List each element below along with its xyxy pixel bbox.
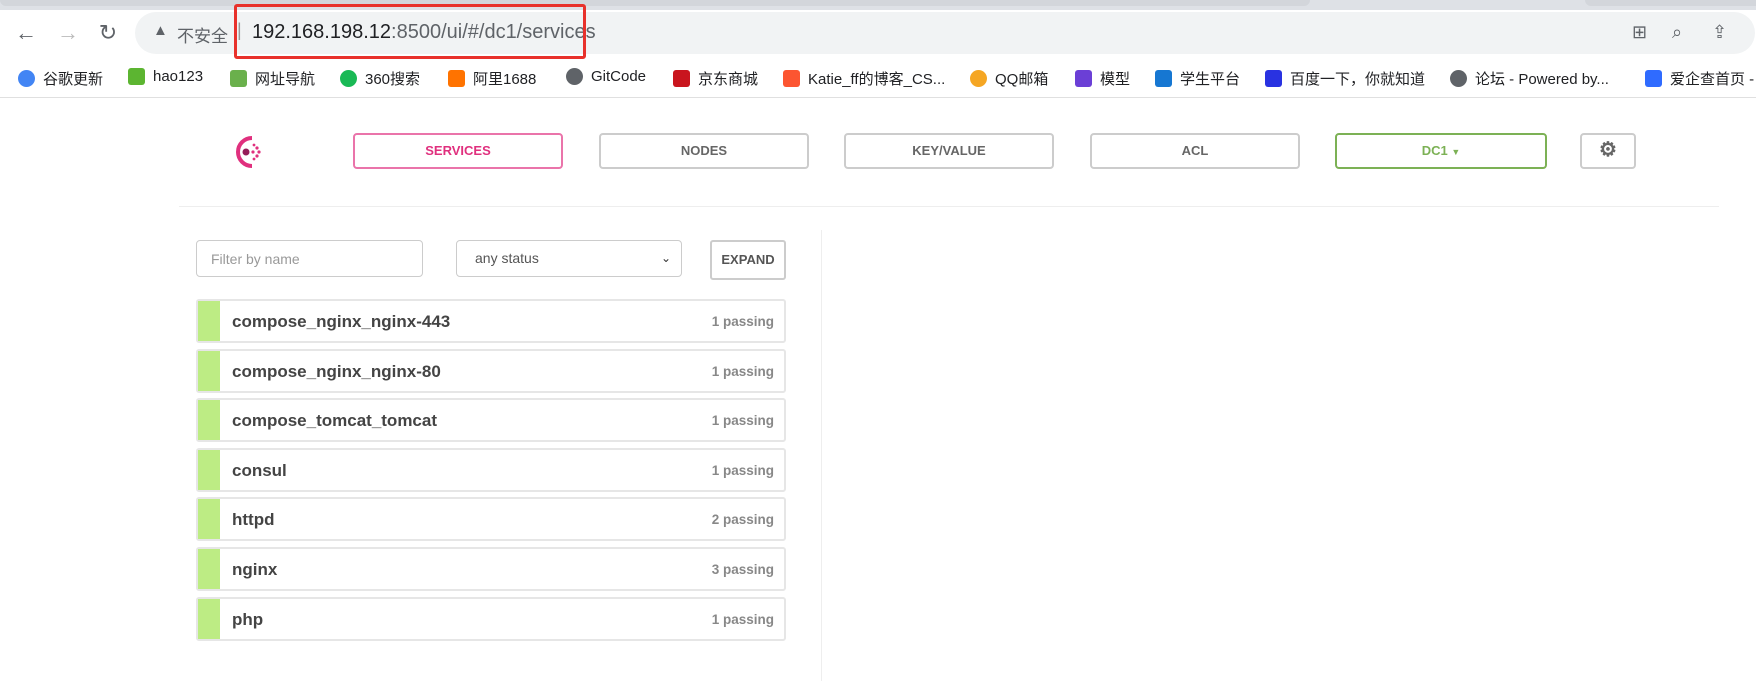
status-select-value: any status: [475, 250, 539, 266]
expand-button[interactable]: EXPAND: [710, 240, 786, 280]
health-status-bar: [198, 400, 220, 441]
bookmark-item[interactable]: 爱企查首页 -: [1645, 68, 1754, 89]
divider: [0, 97, 1756, 98]
service-row[interactable]: nginx 3 passing: [196, 547, 786, 591]
bookmark-item[interactable]: 谷歌更新: [18, 68, 103, 89]
service-check-status: 1 passing: [711, 413, 774, 429]
2345-icon: [230, 70, 247, 87]
back-icon[interactable]: ←: [14, 20, 38, 46]
bookmark-item[interactable]: QQ邮箱: [970, 68, 1048, 89]
service-name: httpd: [232, 510, 275, 530]
bookmark-item[interactable]: 模型: [1075, 68, 1130, 89]
1688-icon: [448, 70, 465, 87]
bookmark-label: 百度一下，你就知道: [1290, 71, 1426, 88]
jd-icon: [673, 70, 690, 87]
service-name: consul: [232, 460, 287, 480]
divider: [179, 206, 1719, 207]
datacenter-label: DC1: [1421, 143, 1448, 158]
globe-icon: [566, 68, 583, 85]
bookmark-label: 京东商城: [698, 71, 759, 88]
health-status-bar: [198, 598, 220, 639]
baidu-icon: [1265, 70, 1282, 87]
highlight-box: [234, 4, 586, 59]
insecure-label: 不安全: [177, 27, 228, 46]
aiqicha-icon: [1645, 70, 1662, 87]
bookmarks-bar: 谷歌更新 hao123 网址导航 360搜索 阿里1688 GitCode 京东商城 Kati…: [0, 62, 1756, 96]
bookmark-item[interactable]: 阿里1688: [448, 68, 536, 89]
chrome-icon: [18, 70, 35, 87]
bookmark-label: 网址导航: [255, 71, 316, 88]
csdn-icon: [783, 70, 800, 87]
globe-icon: [1450, 70, 1467, 87]
caret-down-icon: ▼: [1451, 147, 1461, 157]
bookmark-label: 谷歌更新: [43, 71, 104, 88]
datacenter-dropdown[interactable]: DC1 ▼: [1335, 133, 1547, 169]
bookmark-label: Katie_ff的博客_CS...: [808, 71, 946, 88]
service-name: php: [232, 609, 264, 629]
warning-icon[interactable]: ▲: [153, 22, 168, 39]
service-check-status: 1 passing: [711, 462, 774, 478]
service-check-status: 1 passing: [711, 611, 774, 627]
nav-acl-button[interactable]: ACL: [1090, 133, 1300, 169]
service-row[interactable]: compose_nginx_nginx-80 1 passing: [196, 348, 786, 393]
bookmark-item[interactable]: Katie_ff的博客_CS...: [783, 68, 945, 89]
bookmark-item[interactable]: GitCode: [566, 68, 646, 85]
bookmark-item[interactable]: 学生平台: [1155, 68, 1240, 89]
service-name: nginx: [232, 560, 278, 579]
service-row[interactable]: compose_tomcat_tomcat 1 passing: [196, 398, 786, 443]
translate-icon[interactable]: ⊞: [1632, 22, 1647, 43]
bookmark-item[interactable]: 百度一下，你就知道: [1265, 68, 1425, 89]
360-icon: [340, 70, 357, 87]
bookmark-item[interactable]: 京东商城: [673, 68, 758, 89]
nav-keyvalue-button[interactable]: KEY/VALUE: [844, 133, 1054, 169]
student-icon: [1155, 70, 1172, 87]
divider: [821, 230, 822, 681]
bookmark-item[interactable]: hao123: [128, 68, 203, 85]
service-check-status: 2 passing: [711, 512, 774, 528]
zl-icon: [1075, 70, 1092, 87]
service-row[interactable]: httpd 2 passing: [196, 497, 786, 542]
bookmark-item[interactable]: 360搜索: [340, 68, 420, 89]
bookmark-label: 学生平台: [1180, 71, 1241, 88]
bookmark-label: GitCode: [591, 68, 647, 85]
bookmark-label: 爱企查首页 -: [1670, 71, 1755, 88]
bookmark-item[interactable]: 网址导航: [230, 68, 315, 89]
hao123-icon: [128, 68, 145, 85]
reload-icon[interactable]: ↻: [96, 20, 120, 46]
bookmark-label: 360搜索: [365, 71, 421, 88]
service-name: compose_nginx_nginx-80: [232, 361, 441, 381]
forward-icon[interactable]: →: [56, 20, 80, 46]
bookmark-label: 模型: [1100, 71, 1131, 88]
bookmark-label: hao123: [153, 68, 204, 85]
service-row[interactable]: compose_nginx_nginx-443 1 passing: [196, 299, 786, 343]
health-status-bar: [198, 350, 220, 391]
service-name: compose_tomcat_tomcat: [232, 411, 438, 431]
health-status-bar: [198, 301, 220, 341]
consul-logo: [236, 136, 261, 168]
service-check-status: 1 passing: [711, 363, 774, 379]
qqmail-icon: [970, 70, 987, 87]
bookmark-label: 阿里1688: [473, 71, 537, 88]
filter-by-name-input[interactable]: [196, 240, 423, 277]
bookmark-label: QQ邮箱: [995, 71, 1049, 88]
service-row[interactable]: consul 1 passing: [196, 447, 786, 492]
nav-nodes-button[interactable]: NODES: [599, 133, 809, 169]
nav-services-button[interactable]: SERVICES: [353, 133, 563, 169]
gear-icon: ⚙: [1599, 139, 1617, 161]
bookmark-label: 论坛 - Powered by...: [1475, 71, 1609, 88]
settings-button[interactable]: ⚙: [1580, 133, 1636, 169]
status-select[interactable]: any status ⌄: [456, 240, 682, 277]
service-name: compose_nginx_nginx-443: [232, 312, 451, 331]
zoom-icon[interactable]: ⌕: [1672, 22, 1682, 43]
service-check-status: 1 passing: [711, 314, 774, 329]
health-status-bar: [198, 549, 220, 589]
service-row[interactable]: php 1 passing: [196, 596, 786, 641]
share-icon[interactable]: ⇪: [1712, 22, 1727, 43]
health-status-bar: [198, 449, 220, 490]
chevron-down-icon: ⌄: [660, 251, 671, 265]
bookmark-item[interactable]: 论坛 - Powered by...: [1450, 68, 1609, 89]
health-status-bar: [198, 499, 220, 540]
service-check-status: 3 passing: [711, 562, 774, 577]
